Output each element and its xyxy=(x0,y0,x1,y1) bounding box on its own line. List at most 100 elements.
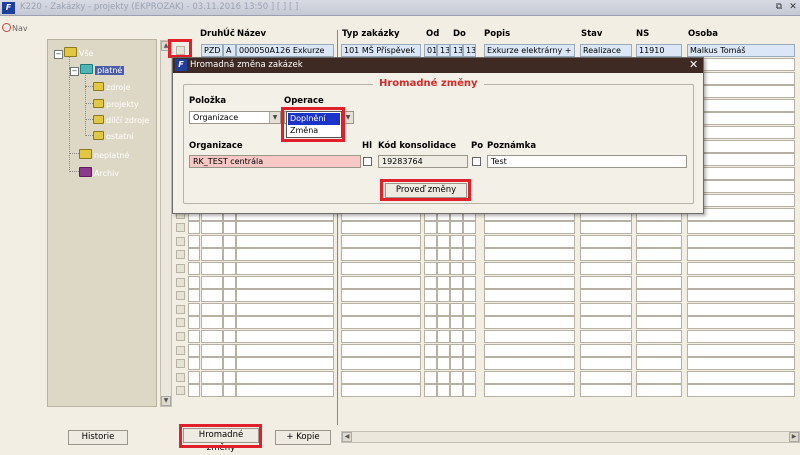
grid-cell[interactable] xyxy=(437,370,450,384)
grid-cell[interactable] xyxy=(687,357,795,371)
grid-cell[interactable] xyxy=(463,343,476,357)
restore-window-icon[interactable]: ⧉ xyxy=(774,2,784,12)
grid-cell[interactable] xyxy=(341,234,421,248)
grid-cell[interactable] xyxy=(463,330,476,343)
grid-cell[interactable] xyxy=(580,262,632,275)
grid-cell[interactable] xyxy=(580,221,632,235)
cell-od[interactable]: 01 xyxy=(424,44,437,57)
grid-cell[interactable] xyxy=(188,384,200,398)
grid-cell[interactable] xyxy=(341,262,421,275)
grid-cell[interactable] xyxy=(580,384,632,398)
grid-cell[interactable] xyxy=(636,316,682,330)
cell-nazev[interactable]: 000050A126 Exkurze xyxy=(236,44,334,57)
scroll-left-icon[interactable]: ◀ xyxy=(342,432,352,442)
grid-cell[interactable] xyxy=(437,221,450,235)
grid-cell[interactable] xyxy=(424,384,437,398)
tree-item-dilci-zdroje[interactable]: dílčí zdroje xyxy=(93,115,149,125)
grid-cell[interactable] xyxy=(450,384,463,398)
dialog-close-icon[interactable]: ✕ xyxy=(689,58,698,72)
row-select-button[interactable] xyxy=(176,386,185,396)
cell-od-2[interactable]: 13 xyxy=(437,44,450,57)
grid-cell[interactable] xyxy=(424,275,437,289)
grid-cell[interactable] xyxy=(424,221,437,235)
cell-typ[interactable]: 101 MŠ Příspěvek xyxy=(341,44,421,57)
grid-cell[interactable] xyxy=(236,262,334,275)
grid-cell[interactable] xyxy=(201,302,223,316)
grid-cell[interactable] xyxy=(463,384,476,398)
horizontal-scrollbar[interactable]: ◀ ▶ xyxy=(341,431,800,443)
grid-cell[interactable] xyxy=(687,330,795,343)
grid-cell[interactable] xyxy=(437,248,450,262)
grid-cell[interactable] xyxy=(463,289,476,303)
grid-cell[interactable] xyxy=(580,234,632,248)
grid-cell[interactable] xyxy=(188,275,200,289)
grid-cell[interactable] xyxy=(201,316,223,330)
grid-cell[interactable] xyxy=(437,234,450,248)
grid-cell[interactable] xyxy=(484,234,575,248)
grid-cell[interactable] xyxy=(484,275,575,289)
grid-cell[interactable] xyxy=(636,302,682,316)
grid-cell[interactable] xyxy=(463,248,476,262)
grid-cell[interactable] xyxy=(341,275,421,289)
grid-cell[interactable] xyxy=(463,370,476,384)
grid-cell[interactable] xyxy=(687,221,795,235)
grid-cell[interactable] xyxy=(424,330,437,343)
grid-cell[interactable] xyxy=(201,289,223,303)
polozka-select[interactable]: Organizace ▼ xyxy=(189,111,281,124)
grid-cell[interactable] xyxy=(188,302,200,316)
grid-cell[interactable] xyxy=(201,262,223,275)
poznamka-field[interactable]: Test xyxy=(487,155,687,168)
grid-cell[interactable] xyxy=(341,316,421,330)
column-header-uc[interactable]: Úč xyxy=(223,29,235,39)
grid-cell[interactable] xyxy=(450,302,463,316)
cell-uc[interactable]: A xyxy=(223,44,236,57)
row-select-button[interactable] xyxy=(176,264,185,273)
grid-cell[interactable] xyxy=(463,302,476,316)
grid-cell[interactable] xyxy=(223,302,236,316)
grid-cell[interactable] xyxy=(201,275,223,289)
grid-cell[interactable] xyxy=(463,275,476,289)
grid-cell[interactable] xyxy=(484,248,575,262)
grid-cell[interactable] xyxy=(463,221,476,235)
row-select-button[interactable] xyxy=(176,291,185,301)
grid-cell[interactable] xyxy=(687,234,795,248)
grid-cell[interactable] xyxy=(463,262,476,275)
grid-cell[interactable] xyxy=(450,357,463,371)
grid-cell[interactable] xyxy=(223,262,236,275)
cell-ns[interactable]: 11910 xyxy=(636,44,682,57)
grid-cell[interactable] xyxy=(424,357,437,371)
column-header-popis[interactable]: Popis xyxy=(484,29,510,39)
grid-cell[interactable] xyxy=(636,384,682,398)
column-header-od[interactable]: Od xyxy=(426,29,439,39)
grid-cell[interactable] xyxy=(236,370,334,384)
grid-cell[interactable] xyxy=(424,262,437,275)
grid-cell[interactable] xyxy=(463,234,476,248)
cell-druh[interactable]: PZD xyxy=(201,44,223,57)
grid-cell[interactable] xyxy=(484,384,575,398)
grid-cell[interactable] xyxy=(188,248,200,262)
grid-cell[interactable] xyxy=(687,262,795,275)
grid-cell[interactable] xyxy=(201,384,223,398)
column-header-stav[interactable]: Stav xyxy=(581,29,602,39)
column-header-do[interactable]: Do xyxy=(453,29,466,39)
grid-cell[interactable] xyxy=(201,248,223,262)
row-select-button[interactable] xyxy=(176,318,185,328)
grid-cell[interactable] xyxy=(484,289,575,303)
grid-cell[interactable] xyxy=(223,248,236,262)
kod-konsolidace-field[interactable]: 19283764 xyxy=(378,155,468,168)
grid-cell[interactable] xyxy=(236,221,334,235)
grid-cell[interactable] xyxy=(450,330,463,343)
grid-cell[interactable] xyxy=(341,330,421,343)
historie-button[interactable]: Historie xyxy=(68,430,128,445)
tree-item-neplatne[interactable]: neplatné xyxy=(79,149,129,160)
column-header-druh[interactable]: Druh xyxy=(200,29,223,39)
grid-cell[interactable] xyxy=(201,330,223,343)
grid-cell[interactable] xyxy=(236,384,334,398)
row-select-button[interactable] xyxy=(176,345,185,355)
grid-cell[interactable] xyxy=(580,343,632,357)
grid-cell[interactable] xyxy=(236,343,334,357)
grid-cell[interactable] xyxy=(223,234,236,248)
grid-cell[interactable] xyxy=(580,330,632,343)
grid-cell[interactable] xyxy=(636,370,682,384)
cell-do[interactable]: 13 xyxy=(450,44,463,57)
